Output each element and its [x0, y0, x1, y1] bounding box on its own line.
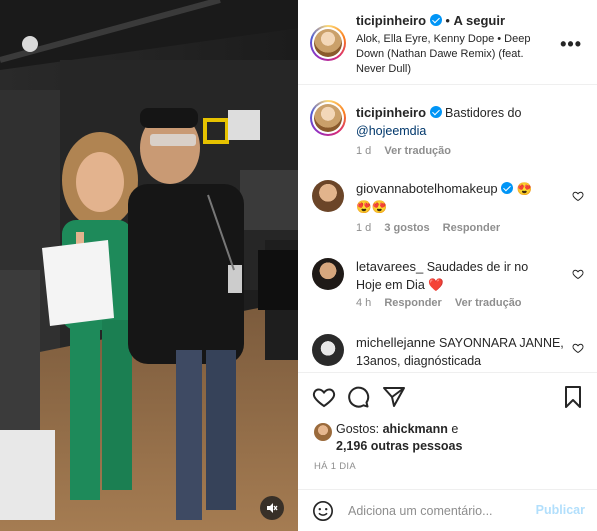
- likes-suffix: e: [451, 422, 459, 436]
- post-date[interactable]: HÁ 1 DIA: [314, 461, 356, 472]
- translate-link[interactable]: Ver tradução: [455, 297, 522, 309]
- reply-button[interactable]: Responder: [443, 222, 500, 234]
- publish-button[interactable]: Publicar: [536, 503, 585, 517]
- post-header: ticipinheiro • A seguir Alok, Ella Eyre,…: [298, 0, 597, 85]
- comment-row: michellejanne SAYONNARA JANNE, 13anos, d…: [310, 332, 590, 370]
- verified-badge-icon: [501, 182, 514, 194]
- comment-time: 4 h: [356, 297, 372, 309]
- caption-mention-link[interactable]: @hojeemdia: [356, 124, 426, 138]
- muted-speaker-icon: [267, 503, 278, 513]
- likes-line-1: Gostos: ahickmann e: [336, 421, 458, 438]
- liker-avatar: [314, 423, 332, 441]
- comment-row: letavarees_ Saudades de ir no Hoje em Di…: [310, 256, 590, 320]
- caption-author-avatar[interactable]: [310, 100, 346, 136]
- author-username[interactable]: ticipinheiro: [356, 13, 426, 28]
- reply-button[interactable]: Responder: [384, 297, 441, 309]
- following-button[interactable]: A seguir: [454, 13, 506, 28]
- smiley-icon[interactable]: [312, 500, 334, 522]
- comment-username[interactable]: michellejanne: [356, 335, 436, 350]
- more-options-icon[interactable]: •••: [560, 34, 582, 55]
- comment-text-block: letavarees_ Saudades de ir no Hoje em Di…: [356, 258, 556, 294]
- video-frame-illustration: [0, 0, 298, 531]
- comment-username[interactable]: letavarees_: [356, 259, 423, 274]
- caption-text-block: ticipinheiro Bastidores do @hojeemdia: [356, 104, 566, 140]
- comment-text: 😍😍: [356, 200, 388, 214]
- comment-row: giovannabotelhomakeup 😍 😍😍 1 d 3 gostos …: [310, 178, 590, 238]
- liker-username[interactable]: ahickmann: [383, 422, 448, 436]
- audio-track-link[interactable]: Alok, Ella Eyre, Kenny Dope • Deep Down …: [356, 32, 541, 77]
- post-actions: Gostos: ahickmann e 2,196 outras pessoas…: [298, 372, 597, 472]
- comment-likes[interactable]: 3 gostos: [384, 222, 429, 234]
- mute-button[interactable]: [260, 496, 284, 520]
- caption-username[interactable]: ticipinheiro: [356, 105, 426, 120]
- author-line: ticipinheiro • A seguir: [356, 13, 505, 28]
- comment-text-block: michellejanne SAYONNARA JANNE, 13anos, d…: [356, 334, 566, 370]
- comment-like-heart-icon[interactable]: [572, 342, 584, 354]
- post-video[interactable]: [0, 0, 298, 531]
- author-avatar[interactable]: [310, 25, 346, 61]
- likes-others[interactable]: 2,196 outras pessoas: [336, 438, 462, 455]
- caption-row: ticipinheiro Bastidores do @hojeemdia 1 …: [310, 100, 590, 160]
- verified-badge-icon: [429, 14, 442, 26]
- commenter-avatar[interactable]: [312, 334, 344, 366]
- send-icon[interactable]: [382, 385, 406, 409]
- commenter-avatar[interactable]: [312, 258, 344, 290]
- bookmark-icon[interactable]: [561, 385, 585, 409]
- post-details-panel: ticipinheiro • A seguir Alok, Ella Eyre,…: [298, 0, 597, 531]
- comment-emoji: 😍: [516, 182, 533, 196]
- comment-like-heart-icon[interactable]: [572, 190, 584, 202]
- comment-like-heart-icon[interactable]: [572, 268, 584, 280]
- separator-dot: •: [445, 13, 450, 28]
- comment-meta: 4 h Responder Ver tradução: [356, 297, 532, 309]
- likes-prefix: Gostos:: [336, 422, 380, 436]
- comment-meta: 1 d 3 gostos Responder: [356, 222, 510, 234]
- comment-username[interactable]: giovannabotelhomakeup: [356, 181, 498, 196]
- comment-input[interactable]: [348, 500, 528, 522]
- heart-icon[interactable]: [312, 385, 336, 409]
- comments-list[interactable]: ticipinheiro Bastidores do @hojeemdia 1 …: [298, 86, 597, 370]
- commenter-avatar[interactable]: [312, 180, 344, 212]
- comment-emoji: ❤️: [428, 278, 444, 292]
- caption-text: Bastidores do: [445, 106, 522, 120]
- comment-composer: Publicar: [298, 489, 597, 531]
- caption-meta: 1 d Ver tradução: [356, 145, 461, 157]
- caption-translate-link[interactable]: Ver tradução: [384, 145, 451, 157]
- comment-icon[interactable]: [346, 385, 370, 409]
- verified-badge-icon: [429, 106, 442, 118]
- caption-time: 1 d: [356, 145, 372, 157]
- comment-time: 1 d: [356, 222, 372, 234]
- comment-text-block: giovannabotelhomakeup 😍 😍😍: [356, 180, 556, 216]
